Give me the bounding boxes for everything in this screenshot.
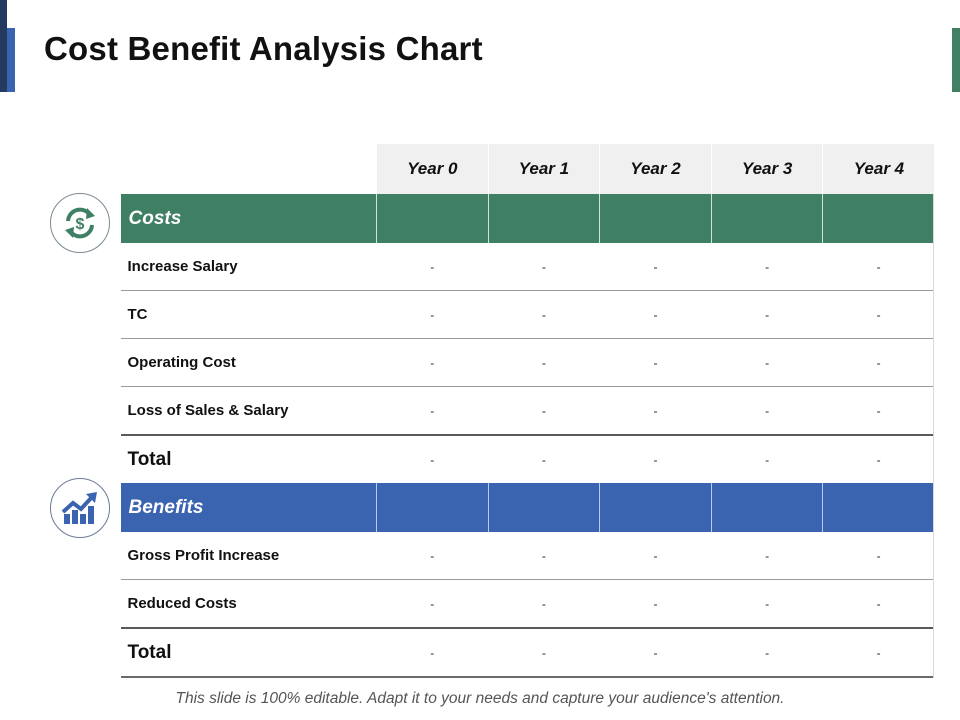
footer-note: This slide is 100% editable. Adapt it to… xyxy=(175,690,785,707)
row-value: - xyxy=(599,243,712,291)
table-right-border xyxy=(933,194,934,678)
total-value: - xyxy=(599,628,712,678)
cost-benefit-table: Year 0 Year 1 Year 2 Year 3 Year 4 Costs… xyxy=(120,144,935,678)
row-label: Loss of Sales & Salary xyxy=(120,386,377,436)
row-value: - xyxy=(711,243,823,291)
row-value: - xyxy=(711,386,823,436)
total-label: Total xyxy=(120,628,377,678)
total-value: - xyxy=(653,452,658,467)
header-year-3: Year 3 xyxy=(710,144,823,194)
row-value: - xyxy=(488,579,600,629)
row-value: - xyxy=(376,243,489,291)
accent-bar-dark xyxy=(0,0,7,92)
section-cell xyxy=(376,483,489,532)
section-cell xyxy=(487,194,600,243)
section-cell xyxy=(487,483,600,532)
row-label: Increase Salary xyxy=(120,243,377,291)
row-value: - xyxy=(376,338,489,387)
growth-chart-icon xyxy=(61,492,97,524)
total-value: - xyxy=(876,452,881,467)
table-row: Reduced Costs - - - - - xyxy=(120,579,935,629)
section-cell xyxy=(822,483,935,532)
costs-section-label: Costs xyxy=(120,194,377,243)
row-value: - xyxy=(599,532,712,580)
costs-icon-badge: $ xyxy=(50,193,110,253)
header-year-2: Year 2 xyxy=(599,144,712,194)
section-cell xyxy=(822,194,935,243)
row-label: Reduced Costs xyxy=(120,579,377,629)
svg-text:$: $ xyxy=(76,216,85,233)
row-value: - xyxy=(711,532,823,580)
dollar-cycle-icon: $ xyxy=(65,207,95,239)
row-value: - xyxy=(822,532,935,580)
row-value: - xyxy=(488,243,600,291)
table-row: TC - - - - - xyxy=(120,290,935,339)
total-value: - xyxy=(822,628,935,678)
row-value: - xyxy=(599,338,712,387)
total-value: - xyxy=(430,452,435,467)
slide-title: Cost Benefit Analysis Chart xyxy=(44,30,483,67)
benefits-section-header: Benefits xyxy=(120,483,935,532)
total-value: - xyxy=(541,452,546,467)
header-row: Year 0 Year 1 Year 2 Year 3 Year 4 xyxy=(120,144,935,194)
row-value: - xyxy=(599,290,712,339)
section-cell xyxy=(599,483,712,532)
row-value: - xyxy=(488,532,600,580)
total-value: - xyxy=(765,452,770,467)
costs-section-header: Costs xyxy=(120,194,935,243)
row-value: - xyxy=(376,532,489,580)
costs-total-row: Total - - - - - xyxy=(121,435,935,483)
row-value: - xyxy=(822,338,935,387)
benefits-section-label: Benefits xyxy=(120,483,377,532)
row-value: - xyxy=(711,579,823,629)
section-cell xyxy=(710,483,823,532)
total-label: Total xyxy=(127,448,172,470)
row-value: - xyxy=(376,386,489,436)
row-value: - xyxy=(822,386,935,436)
row-value: - xyxy=(822,290,935,339)
table-row: Gross Profit Increase - - - - - xyxy=(120,532,935,580)
accent-bar-blue xyxy=(7,28,15,92)
row-value: - xyxy=(599,579,712,629)
section-cell xyxy=(599,194,712,243)
table-row: Operating Cost - - - - - xyxy=(120,338,935,387)
benefits-total-row: Total - - - - - xyxy=(120,628,935,678)
header-year-1: Year 1 xyxy=(487,144,600,194)
row-value: - xyxy=(376,290,489,339)
accent-bar-green xyxy=(952,28,960,92)
row-value: - xyxy=(822,579,935,629)
benefits-icon-badge xyxy=(50,478,110,538)
row-value: - xyxy=(488,290,600,339)
row-label: TC xyxy=(120,290,377,339)
row-value: - xyxy=(711,338,823,387)
row-value: - xyxy=(711,290,823,339)
row-label: Gross Profit Increase xyxy=(120,532,377,580)
header-empty-cell xyxy=(120,144,377,194)
total-value: - xyxy=(711,628,823,678)
row-value: - xyxy=(488,338,600,387)
header-year-0: Year 0 xyxy=(376,144,489,194)
row-value: - xyxy=(599,386,712,436)
row-value: - xyxy=(822,243,935,291)
total-value: - xyxy=(376,628,489,678)
section-cell xyxy=(710,194,823,243)
section-cell xyxy=(376,194,489,243)
row-label: Operating Cost xyxy=(120,338,377,387)
row-value: - xyxy=(488,386,600,436)
table-row: Loss of Sales & Salary - - - - - xyxy=(120,386,935,436)
header-year-4: Year 4 xyxy=(822,144,935,194)
row-value: - xyxy=(376,579,489,629)
total-value: - xyxy=(488,628,600,678)
table-row: Increase Salary - - - - - xyxy=(120,243,935,291)
